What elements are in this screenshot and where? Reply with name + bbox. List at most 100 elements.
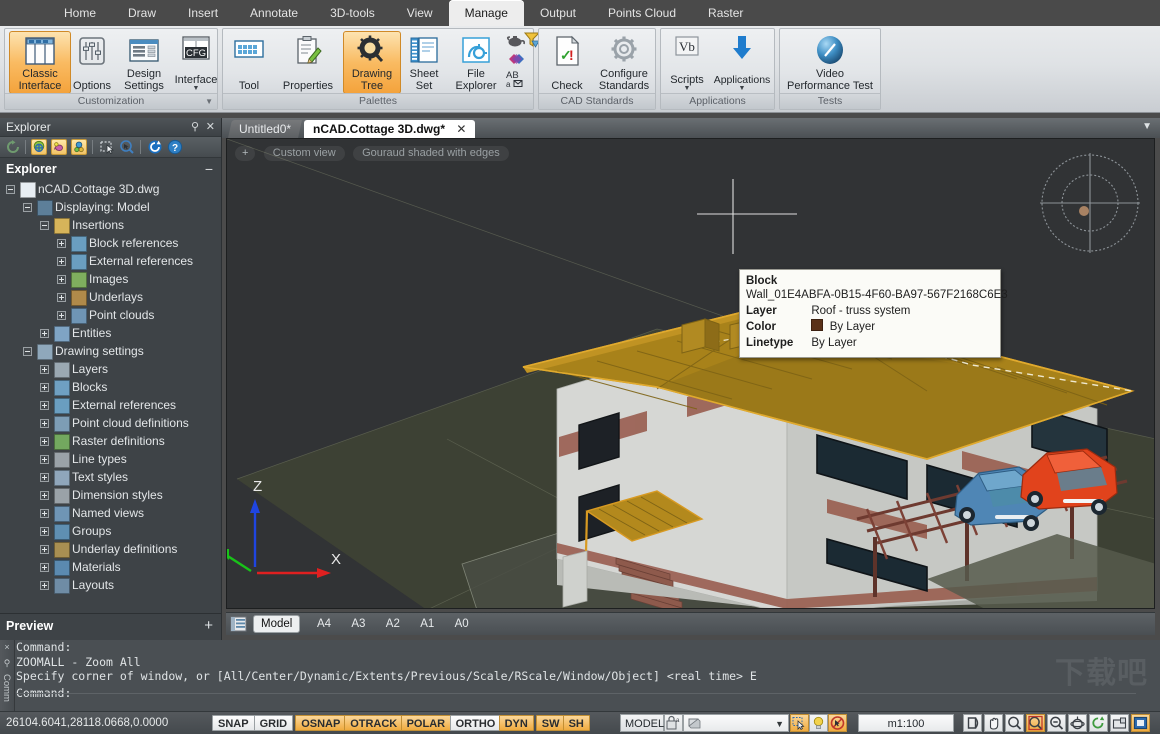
layout-tab-a0[interactable]: A0 [448, 616, 476, 632]
tree-item[interactable]: Underlay definitions [0, 540, 221, 558]
expand-icon[interactable] [57, 293, 66, 302]
ribbon-button-drawing-tree[interactable]: Drawing Tree [343, 31, 401, 94]
status-toggle-otrack[interactable]: OTRACK [344, 715, 403, 731]
tree-item[interactable]: Drawing settings [0, 342, 221, 360]
select-all-icon[interactable] [99, 139, 115, 155]
ribbon-tab-3d-tools[interactable]: 3D-tools [314, 0, 391, 26]
tree-item[interactable]: Named views [0, 504, 221, 522]
expand-icon[interactable] [40, 365, 49, 374]
tree-item[interactable]: Dimension styles [0, 486, 221, 504]
ribbon-button-scripts[interactable]: Vb Scripts ▼ [663, 31, 711, 94]
ribbon-small-button-text[interactable]: AB a [505, 69, 535, 91]
coordinate-readout[interactable]: 26104.6041,28118.0668,0.0000 [6, 712, 168, 734]
tree-item[interactable]: Entities [0, 324, 221, 342]
expand-icon[interactable] [57, 257, 66, 266]
layout-tab-a4[interactable]: A4 [310, 616, 338, 632]
status-toggle-polar[interactable]: POLAR [401, 715, 452, 731]
expand-icon[interactable] [40, 527, 49, 536]
plus-icon[interactable]: + [204, 617, 213, 634]
chevron-down-icon[interactable]: ▼ [166, 86, 226, 92]
tree-item[interactable]: Layouts [0, 576, 221, 594]
ribbon-button-configure-standards[interactable]: Check Configure Standards [593, 31, 655, 94]
refresh-icon[interactable] [5, 139, 21, 155]
tree-item[interactable]: Line types [0, 450, 221, 468]
tree-item[interactable]: Raster definitions [0, 432, 221, 450]
lightbulb-icon[interactable] [809, 714, 828, 732]
tree-item[interactable]: External references [0, 396, 221, 414]
tree-item[interactable]: Point clouds [0, 306, 221, 324]
ribbon-tab-raster[interactable]: Raster [692, 0, 759, 26]
pan-hand-icon[interactable] [984, 714, 1003, 732]
expand-icon[interactable] [40, 563, 49, 572]
ribbon-tab-insert[interactable]: Insert [172, 0, 234, 26]
ribbon-tab-view[interactable]: View [391, 0, 449, 26]
tree-item[interactable]: Point cloud definitions [0, 414, 221, 432]
collapse-icon[interactable] [23, 347, 32, 356]
lock-ui-icon[interactable] [1110, 714, 1129, 732]
chevron-down-icon[interactable]: ▼ [664, 86, 710, 92]
add-entity-icon[interactable] [31, 139, 47, 155]
document-tab-untitled[interactable]: Untitled0* [228, 120, 302, 138]
collapse-icon[interactable] [6, 185, 15, 194]
expand-icon[interactable] [40, 437, 49, 446]
layout-tab-a3[interactable]: A3 [344, 616, 372, 632]
annotation-scale[interactable]: m1:100 [858, 714, 954, 732]
dialog-launcher-icon[interactable]: ▼ [205, 94, 213, 109]
expand-icon[interactable] [40, 455, 49, 464]
layout-list-icon[interactable] [230, 616, 247, 632]
collapse-icon[interactable] [40, 221, 49, 230]
pin-icon[interactable]: ⚲ [191, 118, 199, 136]
command-input[interactable] [16, 693, 1136, 710]
layout-tab-model[interactable]: Model [254, 616, 299, 632]
close-icon[interactable]: ✕ [206, 118, 215, 136]
layer-dropdown[interactable]: ▼ [683, 714, 789, 732]
tree-item[interactable]: Insertions [0, 216, 221, 234]
expand-icon[interactable] [40, 329, 49, 338]
tree-item[interactable]: Layers [0, 360, 221, 378]
zoom-window-icon[interactable] [1026, 714, 1045, 732]
expand-icon[interactable] [40, 491, 49, 500]
view-preset-chip[interactable]: Custom view [264, 146, 345, 161]
pin-icon[interactable]: ⚲ [0, 658, 14, 669]
ribbon-tab-output[interactable]: Output [524, 0, 592, 26]
status-toggle-snap[interactable]: SNAP [212, 715, 255, 731]
chevron-down-icon[interactable]: ▼ [1142, 121, 1152, 132]
orbit-navigation-icon[interactable] [1034, 147, 1146, 259]
tree-item[interactable]: nCAD.Cottage 3D.dwg [0, 180, 221, 198]
zoom-icon[interactable] [1005, 714, 1024, 732]
expand-icon[interactable] [40, 473, 49, 482]
ribbon-tab-manage[interactable]: Manage [449, 0, 524, 26]
layout-lock-icon[interactable]: a [664, 714, 683, 732]
close-icon[interactable]: × [0, 642, 14, 652]
tree-item[interactable]: External references [0, 252, 221, 270]
tree-item[interactable]: Groups [0, 522, 221, 540]
status-toggle-ortho[interactable]: ORTHO [450, 715, 502, 731]
ribbon-tab-home[interactable]: Home [48, 0, 112, 26]
ribbon-tab-draw[interactable]: Draw [112, 0, 172, 26]
expand-icon[interactable] [57, 239, 66, 248]
ribbon-button-file-explorer[interactable]: File Explorer [447, 31, 505, 94]
tree-item[interactable]: Text styles [0, 468, 221, 486]
drawing-viewport[interactable]: Z X [226, 138, 1155, 609]
ribbon-button-video-performance-test[interactable]: Video Performance Test [782, 31, 878, 94]
ribbon-button-sheet-set[interactable]: Sheet Set [401, 31, 447, 94]
visibility-icon[interactable] [71, 139, 87, 155]
status-toggle-sh[interactable]: SH [563, 715, 590, 731]
ribbon-button-properties[interactable]: Properties [273, 31, 343, 94]
model-space-button[interactable]: MODEL [620, 714, 664, 732]
orbit-icon[interactable] [1068, 714, 1087, 732]
status-toggle-dyn[interactable]: DYN [499, 715, 534, 731]
minus-icon[interactable]: − [205, 158, 213, 180]
tree-item[interactable]: Block references [0, 234, 221, 252]
tree-item[interactable]: Blocks [0, 378, 221, 396]
expand-icon[interactable] [57, 311, 66, 320]
help-icon[interactable]: ? [167, 139, 183, 155]
ribbon-button-tool[interactable]: Tool [225, 31, 273, 94]
status-toggle-osnap[interactable]: OSNAP [295, 715, 346, 731]
layout-tab-a1[interactable]: A1 [413, 616, 441, 632]
annotation-visibility-icon[interactable] [790, 714, 809, 732]
status-toggle-grid[interactable]: GRID [254, 715, 294, 731]
expand-icon[interactable] [40, 509, 49, 518]
close-icon[interactable]: ✕ [456, 122, 466, 136]
edit-entity-icon[interactable] [51, 139, 67, 155]
